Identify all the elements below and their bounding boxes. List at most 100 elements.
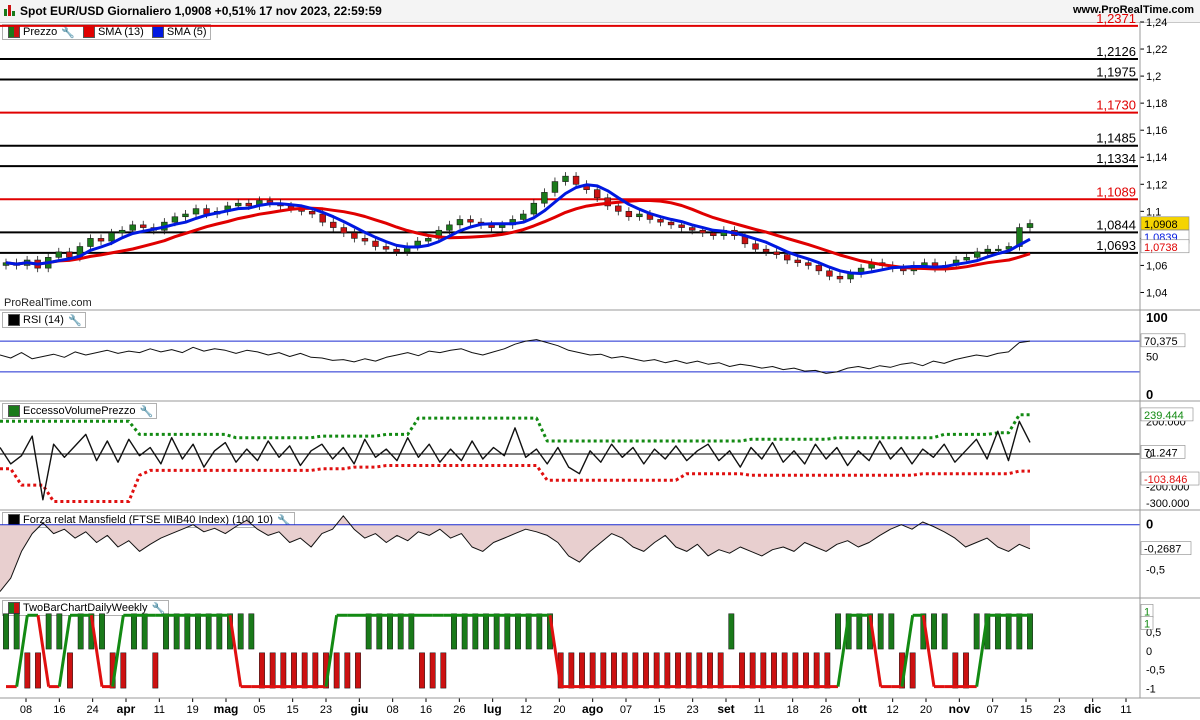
candle bbox=[900, 267, 907, 272]
daily-bar bbox=[600, 652, 607, 689]
daily-bar bbox=[579, 652, 585, 689]
daily-bar bbox=[952, 652, 959, 689]
x-tick-label: apr bbox=[117, 702, 136, 716]
candle bbox=[213, 211, 221, 215]
price-tick-label: 1,14 bbox=[1146, 152, 1167, 164]
candle bbox=[741, 235, 749, 245]
daily-bar bbox=[333, 652, 340, 689]
candle bbox=[710, 232, 717, 236]
candle bbox=[182, 213, 189, 218]
wrench-icon[interactable]: 🔧 bbox=[61, 26, 75, 39]
daily-bar bbox=[813, 652, 820, 689]
daily-bar bbox=[67, 652, 73, 689]
x-tick-label: set bbox=[717, 702, 734, 716]
x-tick-label: 23 bbox=[1053, 704, 1065, 716]
x-tick-label: 08 bbox=[20, 704, 32, 716]
candle bbox=[287, 205, 295, 209]
x-tick-label: 12 bbox=[520, 704, 532, 716]
price-legend-label: Prezzo bbox=[23, 26, 58, 38]
x-tick-label: 08 bbox=[387, 704, 399, 716]
chart-canvas[interactable]: 1,241,221,21,181,161,141,121,11,081,061,… bbox=[0, 0, 1200, 720]
wrench-icon[interactable]: 🔧 bbox=[152, 602, 166, 615]
candle bbox=[129, 224, 136, 231]
daily-bar bbox=[173, 613, 180, 650]
rsi-value-tag: 70,375 bbox=[1144, 336, 1178, 348]
daily-bar bbox=[568, 652, 575, 689]
candle bbox=[361, 238, 369, 242]
price-legend[interactable]: Prezzo 🔧 SMA (13) SMA (5) bbox=[2, 24, 211, 40]
daily-bar bbox=[909, 652, 916, 689]
volume-legend[interactable]: EccessoVolumePrezzo 🔧 bbox=[2, 403, 158, 419]
daily-bar bbox=[440, 652, 447, 689]
candle bbox=[319, 213, 326, 223]
daily-bar bbox=[1016, 613, 1023, 650]
rsi-legend[interactable]: RSI (14) 🔧 bbox=[2, 312, 86, 328]
weekly-line-segment bbox=[36, 615, 51, 687]
daily-bar bbox=[653, 652, 660, 689]
candle bbox=[657, 219, 664, 223]
daily-bar bbox=[269, 652, 276, 689]
volume-tick-label: -200.000 bbox=[1146, 482, 1189, 494]
price-tick-label: 1,18 bbox=[1146, 98, 1167, 110]
wrench-icon[interactable]: 🔧 bbox=[140, 405, 154, 418]
mansfield-value-tag-bg bbox=[1140, 541, 1192, 555]
daily-bar bbox=[483, 613, 489, 650]
wrench-icon[interactable]: 🔧 bbox=[277, 514, 291, 527]
daily-bar bbox=[99, 613, 105, 650]
mansfield-legend[interactable]: Forza relat Mansfield (FTSE MIB40 Index)… bbox=[2, 512, 295, 528]
brand-link[interactable]: www.ProRealTime.com bbox=[1073, 4, 1194, 16]
x-tick-label: 07 bbox=[987, 704, 999, 716]
candle bbox=[277, 202, 284, 207]
weekly-line-segment bbox=[228, 615, 243, 687]
rsi-line bbox=[0, 339, 1031, 374]
weekly-line-segment bbox=[836, 615, 851, 687]
daily-bar bbox=[205, 613, 212, 650]
daily-bar bbox=[685, 652, 692, 689]
twobar-legend[interactable]: TwoBarChartDailyWeekly 🔧 bbox=[2, 600, 170, 616]
candle bbox=[826, 270, 833, 277]
candle bbox=[667, 221, 675, 226]
candle bbox=[604, 197, 611, 207]
mansfield-value-tag: -0,2687 bbox=[1144, 544, 1181, 556]
daily-bar bbox=[621, 652, 628, 689]
sma5-legend-label: SMA (5) bbox=[166, 26, 207, 38]
wrench-icon[interactable]: 🔧 bbox=[68, 314, 82, 327]
daily-bar bbox=[547, 613, 553, 650]
x-tick-label: ago bbox=[582, 702, 603, 716]
x-tick-label: mag bbox=[214, 702, 239, 716]
sma13-legend-label: SMA (13) bbox=[97, 26, 144, 38]
candle bbox=[593, 189, 601, 199]
candle bbox=[541, 192, 548, 204]
daily-bar bbox=[920, 613, 927, 650]
sma13-tag: 1,0738 bbox=[1144, 242, 1178, 254]
price-tick-label: 1,06 bbox=[1146, 260, 1167, 272]
volume-value-tag-bg bbox=[1140, 445, 1186, 459]
x-tick-label: 11 bbox=[154, 704, 165, 716]
daily-bar bbox=[419, 652, 425, 689]
x-tick-label: 20 bbox=[553, 704, 565, 716]
candle bbox=[108, 232, 115, 242]
x-tick-label: 15 bbox=[1020, 704, 1032, 716]
sma5-swatch-icon bbox=[151, 26, 164, 38]
twobar-tick-label: 0,5 bbox=[1146, 627, 1161, 639]
daily-bar bbox=[803, 652, 809, 689]
daily-bar bbox=[141, 613, 148, 650]
candle bbox=[308, 211, 316, 215]
mansfield-tick-label: -0,5 bbox=[1146, 564, 1165, 576]
volume-upper-tag-bg bbox=[1140, 407, 1194, 422]
candle bbox=[952, 259, 960, 266]
candle bbox=[720, 229, 728, 236]
mansfield-swatch-icon bbox=[8, 514, 20, 526]
candle bbox=[34, 259, 41, 269]
candle bbox=[13, 262, 20, 266]
x-tick-label: 23 bbox=[687, 704, 699, 716]
candle bbox=[509, 219, 516, 226]
price-tick-label: 1,08 bbox=[1146, 233, 1167, 245]
sma5-tag-bg bbox=[1140, 229, 1190, 244]
weekly-line-segment bbox=[900, 615, 915, 687]
x-tick-label: 26 bbox=[820, 704, 832, 716]
candle bbox=[340, 227, 348, 234]
daily-bar bbox=[259, 652, 265, 689]
x-tick-label: ott bbox=[852, 702, 867, 716]
daily-bar bbox=[877, 613, 884, 650]
